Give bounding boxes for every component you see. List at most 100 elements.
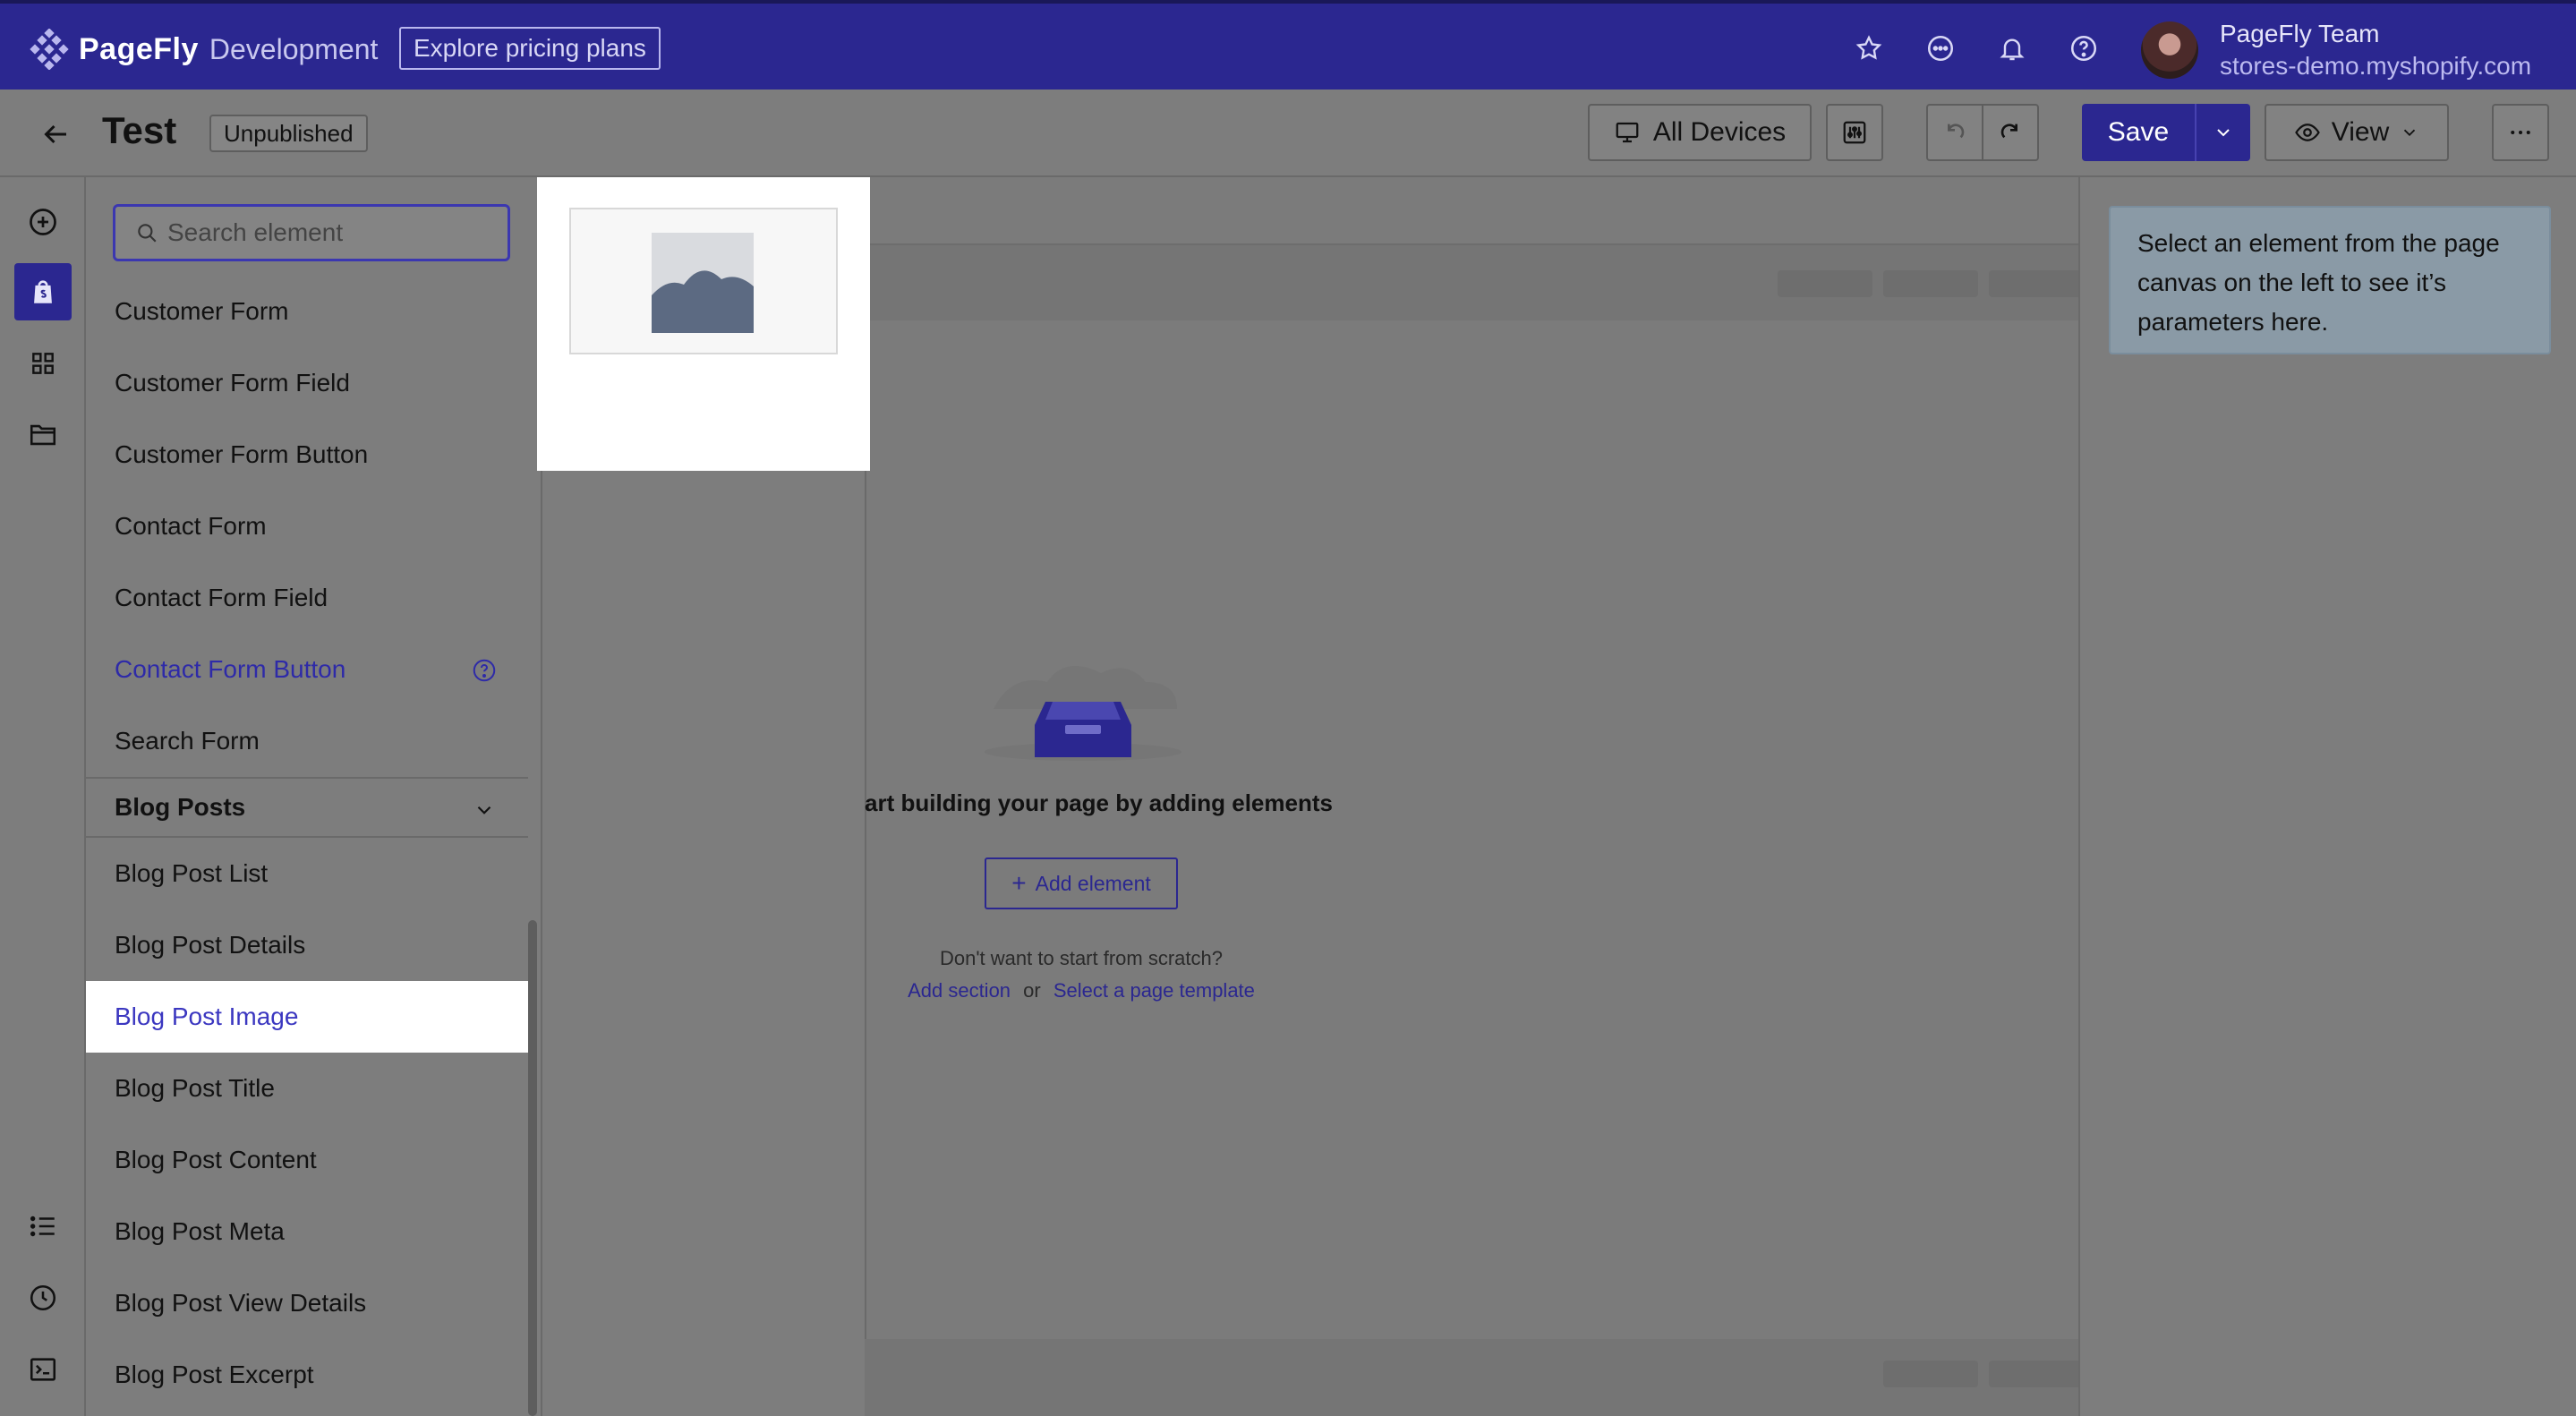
redo-button[interactable]: [1982, 104, 2039, 161]
placeholder-pill: [1883, 270, 1978, 297]
list-item[interactable]: Contact Form Field: [86, 562, 528, 634]
empty-box-icon: [985, 666, 1181, 761]
eye-icon: [2294, 124, 2320, 141]
history-rail-button[interactable]: [21, 1276, 64, 1319]
pagefly-logo-icon: [30, 29, 69, 70]
list-item-label: Customer Form Field: [115, 369, 350, 397]
terminal-icon: [30, 1358, 56, 1381]
layers-rail-button[interactable]: [21, 1205, 64, 1248]
panel-scrollbar[interactable]: [528, 920, 537, 1416]
list-item[interactable]: Blog Post View Details: [86, 1267, 528, 1339]
list-item[interactable]: Blog Post Details: [86, 909, 528, 981]
code-editor-rail-button[interactable]: [21, 1348, 64, 1391]
add-section-link[interactable]: Add section: [908, 979, 1011, 1002]
list-item[interactable]: Blog Post List: [86, 838, 528, 909]
element-preview-popover: [537, 177, 870, 471]
desktop-icon: [1616, 122, 1639, 143]
image-placeholder-icon: [652, 233, 754, 333]
pagefly-logo[interactable]: PageFly Development: [29, 29, 378, 70]
list-item[interactable]: Customer Form Field: [86, 347, 528, 419]
list-item-label: Contact Form Field: [115, 584, 328, 611]
add-element-rail-button[interactable]: [21, 200, 64, 243]
list-item[interactable]: Contact Form Button: [86, 634, 528, 705]
undo-icon: [1948, 124, 1965, 139]
more-options-button[interactable]: [2492, 104, 2549, 161]
status-badge: Unpublished: [209, 115, 368, 152]
list-item-label: Blog Post List: [115, 859, 269, 887]
chevron-down-icon: [477, 806, 491, 815]
help-circle-icon[interactable]: [471, 657, 498, 684]
avatar[interactable]: [2141, 21, 2198, 79]
bell-icon[interactable]: [1994, 30, 2030, 66]
shopping-bag-icon: [34, 280, 52, 303]
list-item[interactable]: Blog Post Excerpt: [86, 1339, 528, 1411]
canvas-header-placeholder: [865, 243, 2084, 320]
chevron-down-icon: [2217, 129, 2230, 137]
search-icon: [138, 224, 157, 243]
list-item[interactable]: Customer Form: [86, 294, 528, 347]
help-icon[interactable]: [2066, 30, 2102, 66]
add-element-label: Add element: [1035, 871, 1151, 895]
more-horizontal-icon: [2511, 131, 2530, 134]
list-item[interactable]: Search Form: [86, 705, 528, 777]
arrow-left-icon: [44, 124, 66, 144]
elements-panel: Customer Form Customer Form Field Custom…: [86, 177, 542, 1416]
shopify-elements-rail-button[interactable]: [14, 263, 72, 320]
list-item-label: Customer Form: [115, 297, 289, 325]
select-template-link[interactable]: Select a page template: [1053, 979, 1255, 1002]
scratch-text: Don't want to start from scratch?: [940, 947, 1223, 969]
account-menu[interactable]: PageFly Team stores-demo.myshopify.com: [2220, 18, 2531, 82]
placeholder-pill: [1989, 1361, 2084, 1387]
save-options-button[interactable]: [2195, 104, 2250, 161]
list-item[interactable]: Blog Post Content: [86, 1124, 528, 1196]
grid-icon: [32, 353, 54, 374]
editor-toolbar: Test Unpublished All Devices Save View: [0, 90, 2576, 177]
list-item[interactable]: Blog Post Meta: [86, 1196, 528, 1267]
search-box[interactable]: [113, 204, 510, 261]
chevron-down-icon: [2404, 129, 2416, 137]
element-list: Customer Form Customer Form Field Custom…: [86, 294, 528, 1411]
top-bar: PageFly Development Explore pricing plan…: [0, 0, 2576, 90]
plus-icon: +: [1011, 869, 1027, 897]
list-item-label: Contact Form: [115, 512, 267, 540]
list-item-label: Customer Form Button: [115, 440, 369, 468]
list-item[interactable]: Blog Post Title: [86, 1053, 528, 1124]
explore-pricing-button[interactable]: Explore pricing plans: [399, 27, 661, 70]
list-item[interactable]: Contact Form: [86, 490, 528, 562]
canvas-footer-placeholder: [865, 1339, 2084, 1416]
view-button[interactable]: View: [2265, 104, 2449, 161]
back-button[interactable]: [36, 115, 75, 154]
left-rail: [0, 177, 86, 1416]
device-selector-button[interactable]: All Devices: [1588, 104, 1812, 161]
list-item-label: Blog Post Details: [115, 931, 306, 959]
settings-sliders-button[interactable]: [1826, 104, 1883, 161]
clock-icon: [30, 1284, 56, 1311]
device-selector-label: All Devices: [1652, 117, 1787, 147]
store-domain: stores-demo.myshopify.com: [2220, 52, 2532, 80]
list-item-label: Contact Form Button: [115, 655, 346, 683]
page-title: Test: [102, 109, 177, 151]
placeholder-pill: [1883, 1361, 1978, 1387]
brand-suffix: Development: [209, 32, 379, 65]
parameters-panel: Select an element from the page canvas o…: [2078, 177, 2576, 1416]
list-item-selected[interactable]: Blog Post Image: [86, 981, 528, 1053]
view-label: View: [2331, 117, 2390, 147]
group-header-blog-posts[interactable]: Blog Posts: [86, 777, 528, 838]
redo-icon: [2000, 124, 2017, 139]
placeholder-pill: [1989, 270, 2084, 297]
folder-icon: [30, 424, 56, 446]
chat-icon[interactable]: [1923, 30, 1958, 66]
saved-templates-rail-button[interactable]: [21, 414, 64, 456]
search-input[interactable]: [167, 218, 490, 247]
undo-button[interactable]: [1926, 104, 1983, 161]
list-item[interactable]: Customer Form Button: [86, 419, 528, 490]
sections-rail-button[interactable]: [21, 342, 64, 385]
save-button[interactable]: Save: [2082, 104, 2195, 161]
star-icon[interactable]: [1851, 30, 1887, 66]
list-item-label: Blog Post Image: [115, 1002, 299, 1030]
list-item-label: Blog Post Title: [115, 1074, 275, 1102]
alternative-links: Add section or Select a page template: [877, 979, 1285, 1002]
add-element-button[interactable]: + Add element: [985, 857, 1178, 909]
team-name: PageFly Team: [2220, 20, 2380, 47]
list-item-label: Search Form: [115, 727, 260, 755]
